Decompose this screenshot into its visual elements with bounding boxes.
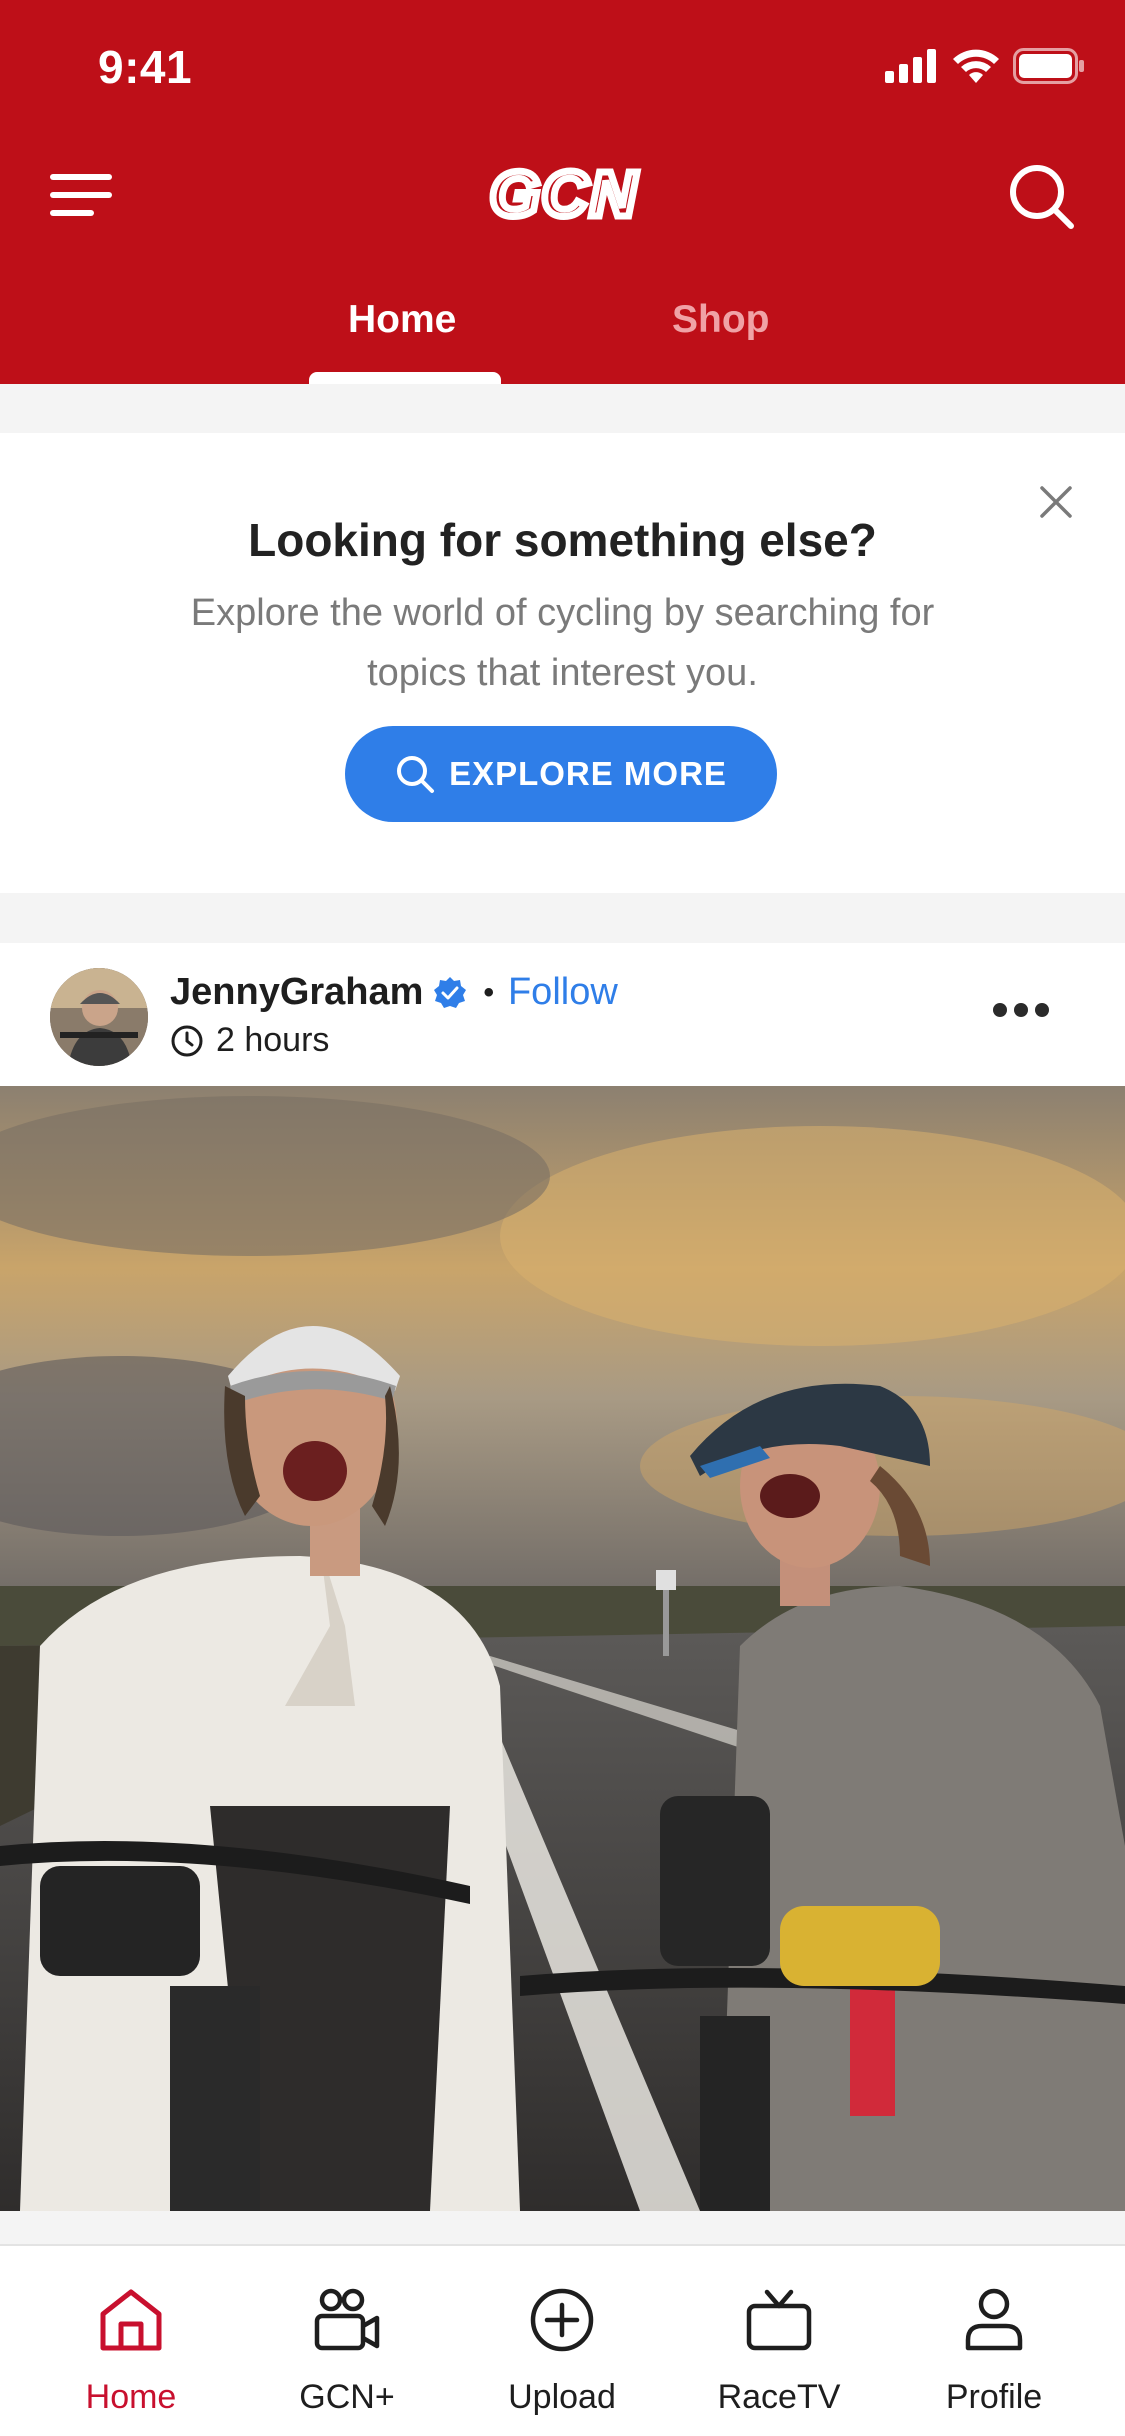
verified-badge-icon [434, 976, 467, 1008]
separator-dot: • [483, 975, 494, 1009]
explore-title: Looking for something else? [248, 514, 877, 566]
plus-circle-icon [530, 2288, 594, 2352]
signal-icon [885, 49, 936, 83]
svg-text:GCN: GCN [490, 162, 638, 226]
nav-gcn-plus-label: GCN+ [299, 2378, 395, 2416]
nav-home[interactable]: Home [31, 2246, 231, 2436]
post-header: JennyGraham • Follow 2 hours [0, 943, 1125, 1086]
app-header: 9:41 GCN Home Shop [0, 0, 1125, 384]
cyclists-photo [0, 1086, 1125, 2211]
nav-home-label: Home [85, 2378, 177, 2416]
search-icon[interactable] [1007, 162, 1075, 230]
top-tabs: Home Shop [0, 290, 1125, 384]
more-options-icon[interactable] [991, 998, 1051, 1022]
nav-profile[interactable]: Profile [894, 2246, 1094, 2436]
clock-icon [171, 1025, 203, 1056]
time-ago: 2 hours [216, 1021, 330, 1059]
status-time: 9:41 [98, 41, 193, 93]
avatar[interactable] [50, 968, 148, 1066]
tv-icon [746, 2289, 812, 2351]
nav-profile-label: Profile [945, 2378, 1043, 2416]
tab-home[interactable]: Home [348, 298, 456, 342]
nav-upload-label: Upload [508, 2378, 616, 2416]
explore-description: Explore the world of cycling by searchin… [190, 592, 935, 694]
post-image[interactable] [0, 1086, 1125, 2211]
bottom-nav: Home GCN+ Upload RaceTV Profile [0, 2244, 1125, 2436]
explore-card: Looking for something else? Explore the … [0, 433, 1125, 893]
nav-gcn-plus[interactable]: GCN+ [247, 2246, 447, 2436]
battery-icon [1013, 48, 1084, 84]
tab-shop[interactable]: Shop [672, 298, 769, 342]
nav-racetv-label: RaceTV [717, 2378, 841, 2416]
follow-button[interactable]: Follow [508, 971, 618, 1014]
search-icon [397, 756, 435, 793]
menu-icon[interactable] [50, 170, 112, 220]
status-icons [885, 48, 1085, 84]
home-icon [100, 2289, 162, 2351]
post-time: 2 hours [170, 1021, 329, 1060]
active-tab-indicator [309, 372, 501, 384]
author-line: JennyGraham • Follow [170, 971, 618, 1014]
people-camera-icon [314, 2288, 380, 2351]
nav-upload[interactable]: Upload [462, 2246, 662, 2436]
gcn-logo: GCN [486, 162, 639, 226]
wifi-icon [953, 49, 999, 83]
explore-more-label: EXPLORE MORE [449, 755, 727, 792]
explore-more-button[interactable]: EXPLORE MORE [345, 726, 777, 822]
nav-racetv[interactable]: RaceTV [679, 2246, 879, 2436]
person-icon [965, 2288, 1023, 2351]
author-name[interactable]: JennyGraham [170, 971, 423, 1014]
